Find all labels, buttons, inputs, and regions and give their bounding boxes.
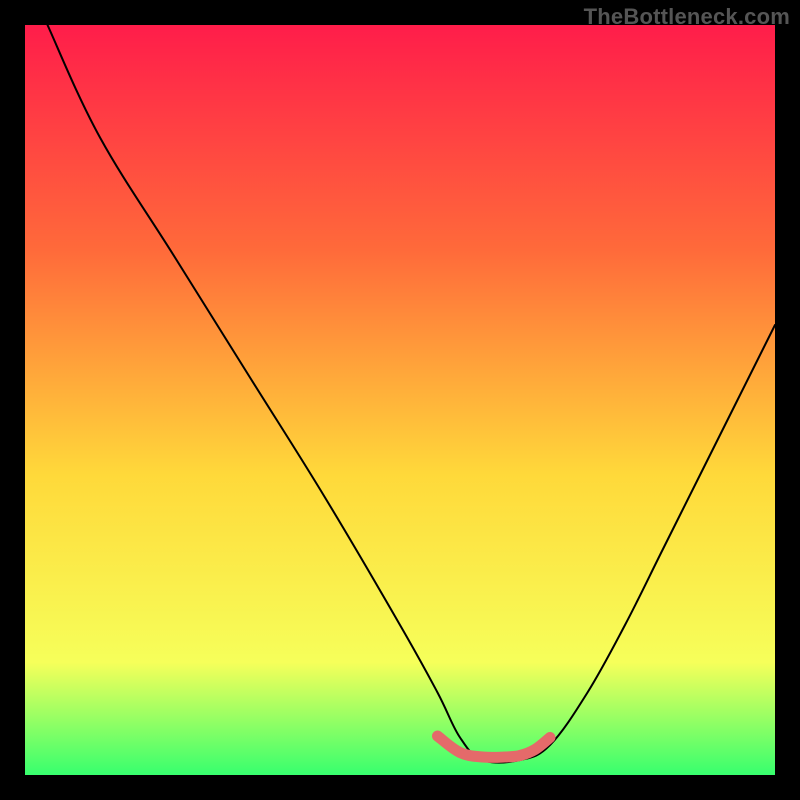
chart-frame: TheBottleneck.com [0,0,800,800]
plot-area [25,25,775,775]
bottleneck-chart [25,25,775,775]
watermark-text: TheBottleneck.com [584,4,790,30]
gradient-background [25,25,775,775]
